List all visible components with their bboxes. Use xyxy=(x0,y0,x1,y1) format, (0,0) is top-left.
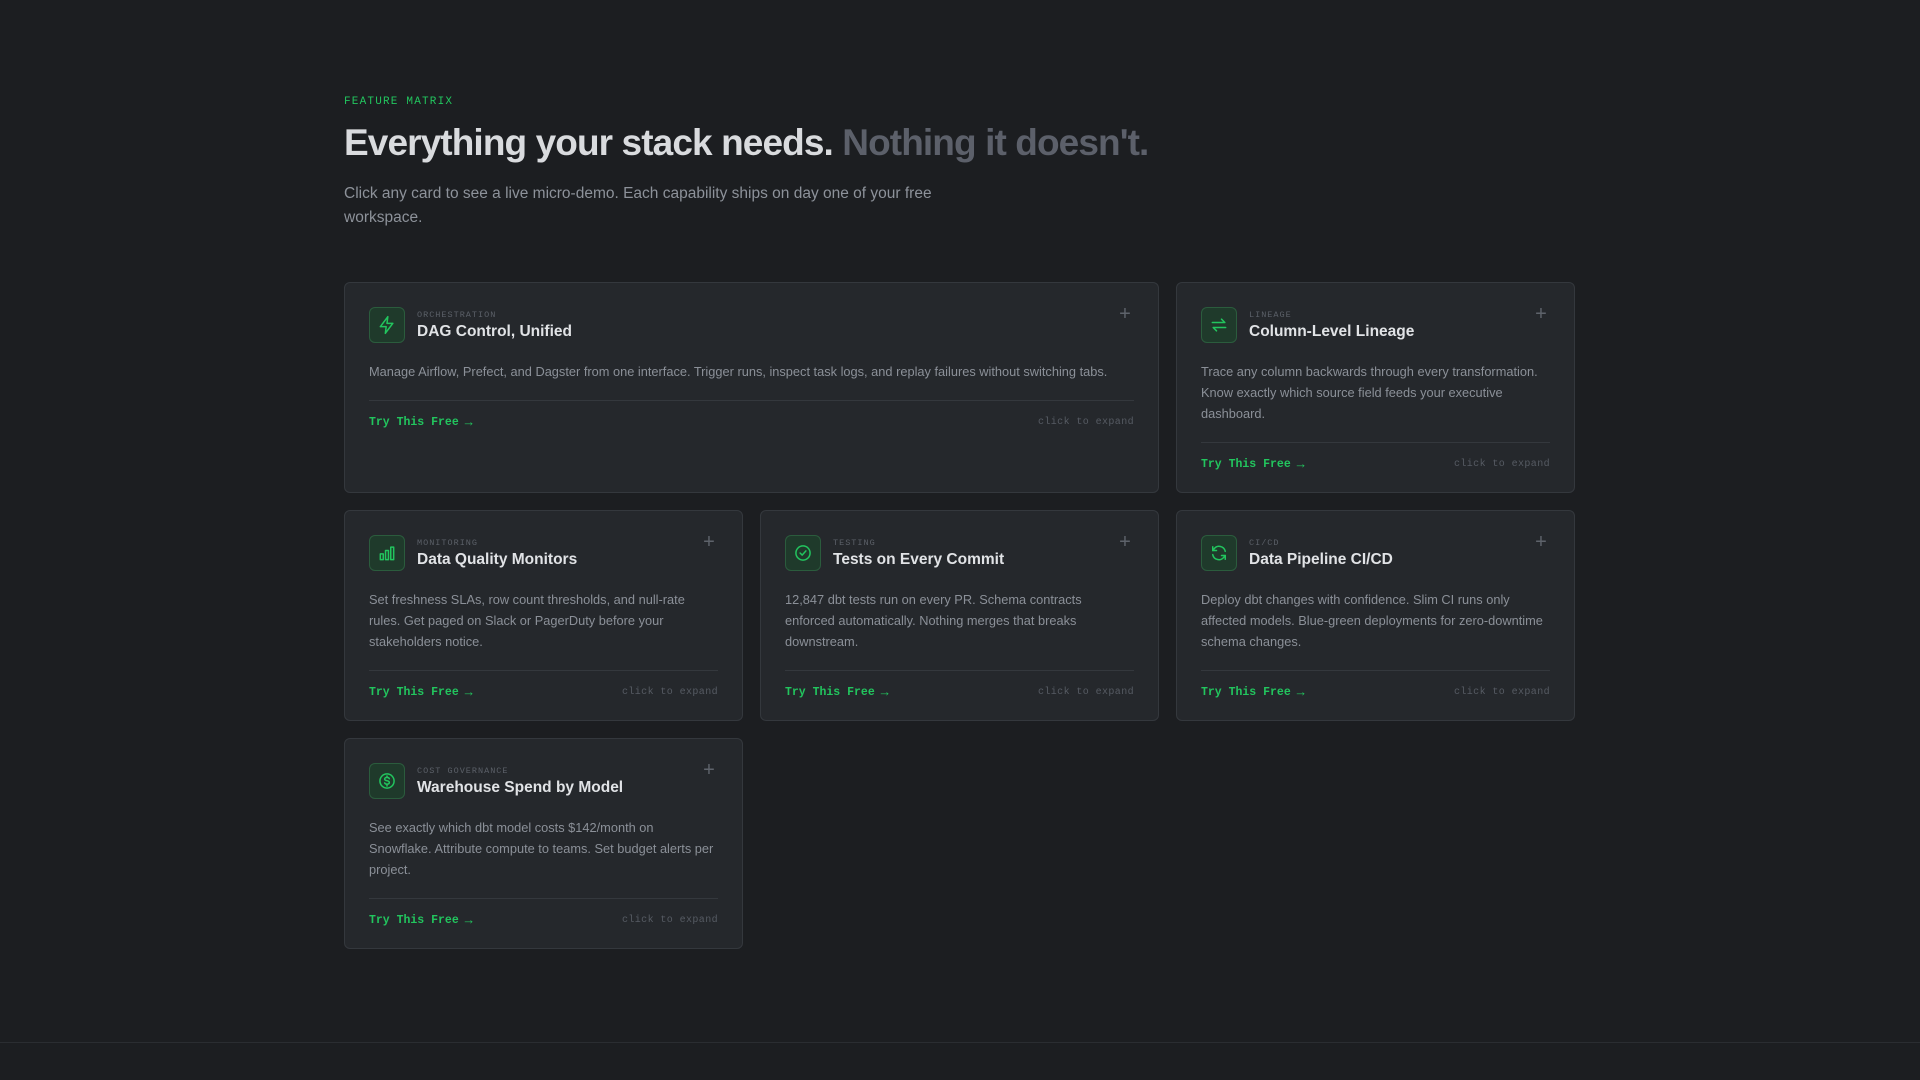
card-description: Trace any column backwards through every… xyxy=(1201,364,1538,421)
arrow-right-icon: → xyxy=(464,913,473,928)
lightning-icon xyxy=(369,307,405,343)
card-title: Data Quality Monitors xyxy=(417,550,578,568)
arrow-right-icon: → xyxy=(464,415,473,430)
card-description: Set freshness SLAs, row count thresholds… xyxy=(369,592,685,649)
expand-plus-icon[interactable]: + xyxy=(700,760,718,780)
feature-card-cost-governance[interactable]: COST GOVERNANCE Warehouse Spend by Model… xyxy=(344,738,743,949)
card-footer: Try This Free → click to expand xyxy=(1201,442,1550,472)
card-category: CI/CD xyxy=(1249,537,1280,548)
expand-plus-icon[interactable]: + xyxy=(1532,304,1550,324)
feature-card-lineage[interactable]: LINEAGE Column-Level Lineage + Trace any… xyxy=(1176,282,1575,493)
card-footer: Try This Free → click to expand xyxy=(1201,670,1550,700)
card-description: 12,847 dbt tests run on every PR. Schema… xyxy=(785,592,1082,649)
expand-hint: click to expand xyxy=(1453,459,1550,470)
card-titles: TESTING Tests on Every Commit xyxy=(833,538,1004,569)
bar-chart-icon xyxy=(369,535,405,571)
card-title: Column-Level Lineage xyxy=(1249,322,1415,340)
card-header: COST GOVERNANCE Warehouse Spend by Model xyxy=(369,763,718,799)
expand-hint: click to expand xyxy=(1453,687,1550,698)
expand-plus-icon[interactable]: + xyxy=(1116,304,1134,324)
card-category: ORCHESTRATION xyxy=(417,309,497,320)
card-category: TESTING xyxy=(833,537,876,548)
section-eyebrow: FEATURE MATRIX xyxy=(344,96,454,108)
try-free-link[interactable]: Try This Free → xyxy=(369,415,473,430)
card-footer: Try This Free → click to expand xyxy=(369,400,1134,430)
card-category: COST GOVERNANCE xyxy=(417,765,509,776)
try-free-label: Try This Free xyxy=(1201,458,1291,471)
try-free-label: Try This Free xyxy=(785,686,875,699)
card-titles: ORCHESTRATION DAG Control, Unified xyxy=(417,310,572,341)
expand-hint: click to expand xyxy=(1037,687,1134,698)
footer-divider xyxy=(0,1042,1920,1043)
arrow-right-icon: → xyxy=(1296,685,1305,700)
expand-plus-icon[interactable]: + xyxy=(1532,532,1550,552)
expand-hint: click to expand xyxy=(1037,417,1134,428)
expand-plus-icon[interactable]: + xyxy=(700,532,718,552)
arrow-right-icon: → xyxy=(464,685,473,700)
card-header: ORCHESTRATION DAG Control, Unified xyxy=(369,307,1134,343)
dollar-circle-icon xyxy=(369,763,405,799)
card-title: DAG Control, Unified xyxy=(417,322,572,340)
expand-hint: click to expand xyxy=(621,915,718,926)
feature-card-orchestration[interactable]: ORCHESTRATION DAG Control, Unified + Man… xyxy=(344,282,1159,493)
try-free-link[interactable]: Try This Free → xyxy=(1201,685,1305,700)
feature-card-testing[interactable]: TESTING Tests on Every Commit + 12,847 d… xyxy=(760,510,1159,721)
feature-grid: ORCHESTRATION DAG Control, Unified + Man… xyxy=(344,282,1576,949)
card-title: Tests on Every Commit xyxy=(833,550,1005,568)
card-titles: MONITORING Data Quality Monitors xyxy=(417,538,577,569)
card-footer: Try This Free → click to expand xyxy=(785,670,1134,700)
feature-card-cicd[interactable]: CI/CD Data Pipeline CI/CD + Deploy dbt c… xyxy=(1176,510,1575,721)
card-title: Data Pipeline CI/CD xyxy=(1249,550,1393,568)
headline-main: Everything your stack needs. xyxy=(344,122,834,163)
card-footer: Try This Free → click to expand xyxy=(369,670,718,700)
expand-plus-icon[interactable]: + xyxy=(1116,532,1134,552)
card-titles: COST GOVERNANCE Warehouse Spend by Model xyxy=(417,766,623,797)
try-free-label: Try This Free xyxy=(1201,686,1291,699)
arrow-right-icon: → xyxy=(880,685,889,700)
card-description: Deploy dbt changes with confidence. Slim… xyxy=(1201,592,1543,649)
section-headline: Everything your stack needs. Nothing it … xyxy=(344,122,1576,164)
feature-section-header: FEATURE MATRIX Everything your stack nee… xyxy=(344,96,1576,230)
try-free-label: Try This Free xyxy=(369,914,459,927)
try-free-label: Try This Free xyxy=(369,686,459,699)
try-free-link[interactable]: Try This Free → xyxy=(785,685,889,700)
card-header: CI/CD Data Pipeline CI/CD xyxy=(1201,535,1550,571)
try-free-label: Try This Free xyxy=(369,416,459,429)
card-description: Manage Airflow, Prefect, and Dagster fro… xyxy=(369,364,1108,379)
try-free-link[interactable]: Try This Free → xyxy=(369,913,473,928)
swap-arrows-icon xyxy=(1201,307,1237,343)
headline-muted: Nothing it doesn't. xyxy=(842,122,1149,163)
card-header: MONITORING Data Quality Monitors xyxy=(369,535,718,571)
page: FEATURE MATRIX Everything your stack nee… xyxy=(0,0,1920,1080)
check-circle-icon xyxy=(785,535,821,571)
card-header: LINEAGE Column-Level Lineage xyxy=(1201,307,1550,343)
card-title: Warehouse Spend by Model xyxy=(417,778,624,796)
card-header: TESTING Tests on Every Commit xyxy=(785,535,1134,571)
card-description: See exactly which dbt model costs $142/m… xyxy=(369,820,714,877)
try-free-link[interactable]: Try This Free → xyxy=(369,685,473,700)
try-free-link[interactable]: Try This Free → xyxy=(1201,457,1305,472)
card-category: MONITORING xyxy=(417,537,479,548)
refresh-icon xyxy=(1201,535,1237,571)
section-subtitle: Click any card to see a live micro-demo.… xyxy=(344,185,932,226)
card-category: LINEAGE xyxy=(1249,309,1292,320)
feature-card-monitoring[interactable]: MONITORING Data Quality Monitors + Set f… xyxy=(344,510,743,721)
arrow-right-icon: → xyxy=(1296,457,1305,472)
card-footer: Try This Free → click to expand xyxy=(369,898,718,928)
expand-hint: click to expand xyxy=(621,687,718,698)
card-titles: CI/CD Data Pipeline CI/CD xyxy=(1249,538,1393,569)
card-titles: LINEAGE Column-Level Lineage xyxy=(1249,310,1414,341)
